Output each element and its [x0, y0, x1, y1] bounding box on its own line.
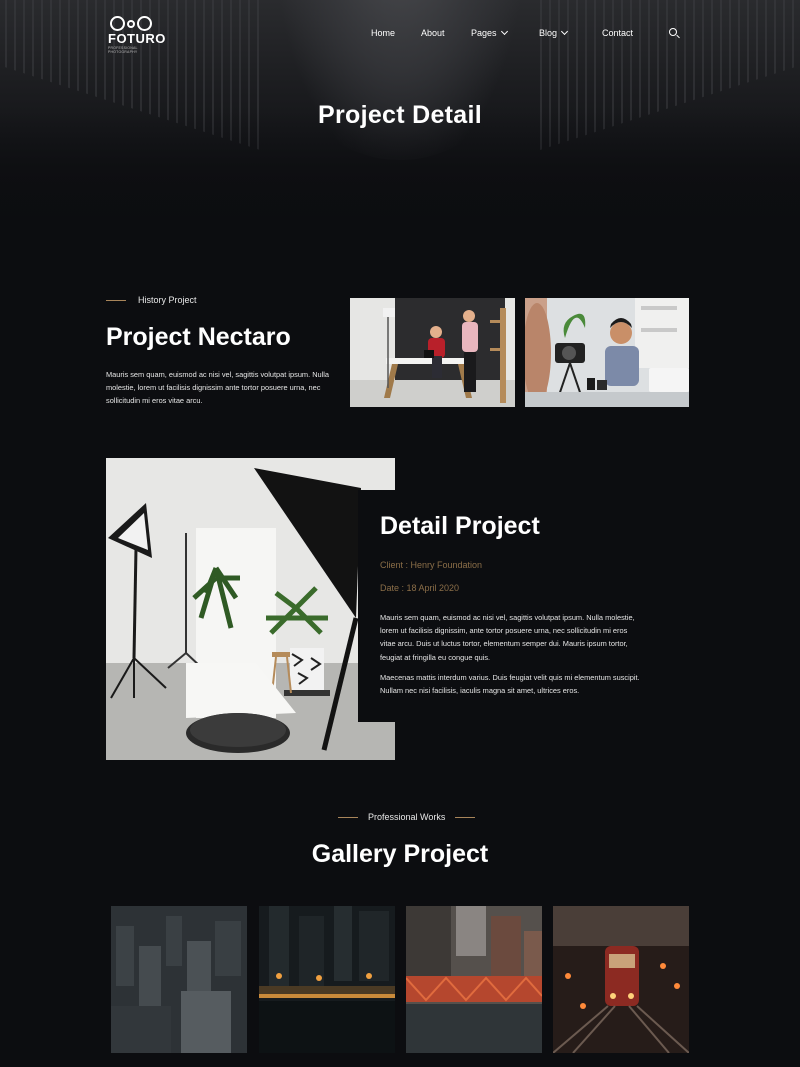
search-icon[interactable]	[669, 28, 681, 40]
detail-date: Date : 18 April 2020	[380, 583, 460, 593]
project-description: Mauris sem quam, euismod ac nisi vel, sa…	[106, 370, 330, 406]
gallery-item-city-aerial[interactable]	[111, 906, 247, 1053]
accent-line	[338, 816, 358, 818]
gallery-title: Gallery Project	[311, 840, 489, 868]
accent-line	[106, 299, 126, 301]
detail-client: Client : Henry Foundation	[380, 560, 483, 570]
detail-photo-studio	[106, 458, 395, 760]
brand-logo[interactable]: FOTURO PROFESSIONAL PHOTOGRAPHY	[108, 16, 168, 54]
nav-pages[interactable]: Pages	[471, 27, 508, 38]
detail-title: Detail Project	[380, 512, 540, 540]
nav-pages-label: Pages	[471, 28, 497, 38]
nav-about[interactable]: About	[421, 28, 445, 38]
page-title: Project Detail	[318, 101, 482, 129]
detail-paragraph-1: Mauris sem quam, euismod ac nisi vel, sa…	[380, 613, 635, 662]
gallery-eyebrow-label: Professional Works	[368, 812, 446, 822]
detail-paragraph-2: Maecenas mattis interdum varius. Duis fe…	[380, 673, 640, 696]
brand-tagline: PROFESSIONAL PHOTOGRAPHY	[108, 46, 138, 54]
gallery-item-city-train[interactable]	[553, 906, 689, 1053]
history-eyebrow-label: History Project	[138, 295, 197, 305]
gallery-item-city-bridge[interactable]	[406, 906, 542, 1053]
nav-blog[interactable]: Blog	[539, 27, 569, 38]
nav-contact[interactable]: Contact	[602, 28, 633, 38]
project-photo-camera	[525, 298, 689, 407]
gallery-eyebrow: Professional Works	[328, 812, 485, 822]
project-title: Project Nectaro	[106, 323, 291, 351]
chevron-down-icon	[560, 27, 569, 36]
nav-home[interactable]: Home	[371, 28, 395, 38]
gallery-item-city-night[interactable]	[259, 906, 395, 1053]
history-eyebrow: History Project	[106, 295, 197, 305]
accent-line	[455, 816, 476, 818]
nav-blog-label: Blog	[539, 28, 558, 38]
glasses-icon	[110, 16, 168, 31]
brand-name: FOTURO	[108, 31, 166, 46]
project-photo-studio	[350, 298, 515, 407]
chevron-down-icon	[500, 27, 508, 36]
